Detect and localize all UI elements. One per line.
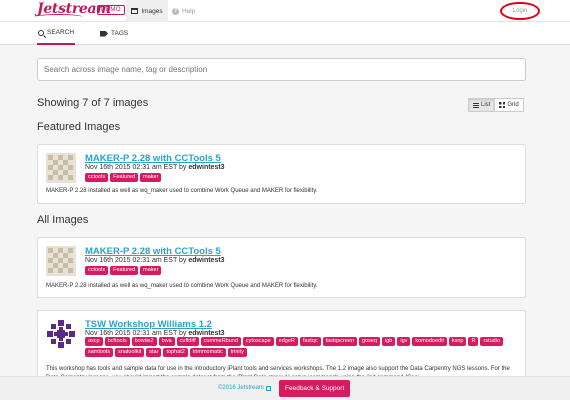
tag[interactable]: Featured	[110, 266, 139, 275]
tag[interactable]: rstudio	[480, 337, 503, 346]
grid-view-button[interactable]: Grid	[495, 98, 524, 112]
tag[interactable]: bcftools	[104, 337, 130, 346]
view-toggle: List Grid	[468, 98, 524, 112]
logo-swoosh	[35, 14, 83, 20]
image-description: MAKER-P 2.28 installed as well as wq_mak…	[46, 283, 318, 289]
tag[interactable]: fastqc	[299, 337, 321, 346]
tag[interactable]: Featured	[110, 173, 139, 182]
copyright-link[interactable]: ©2016 Jetstream	[218, 385, 271, 391]
demo-badge: DEMO	[97, 5, 125, 15]
tag[interactable]: cuffdiff	[176, 337, 199, 346]
copyright-text: ©2016 Jetstream	[218, 385, 264, 391]
login-button[interactable]: Login	[500, 2, 540, 20]
nav-images[interactable]: Images	[126, 0, 168, 22]
tab-tags[interactable]: TAGS	[100, 22, 128, 45]
grid-icon	[499, 102, 506, 108]
feedback-support-button[interactable]: Feedback & Support	[279, 380, 351, 397]
image-author: edwintest3	[188, 330, 225, 337]
nav-help[interactable]: ? Help	[172, 0, 195, 22]
tag[interactable]: samtools	[85, 348, 114, 357]
tag[interactable]: cytoscape	[242, 337, 274, 346]
tag[interactable]: fastqscreen	[322, 337, 358, 346]
image-title[interactable]: MAKER-P 2.28 with CCTools 5	[85, 246, 221, 257]
images-icon	[131, 8, 139, 14]
tag[interactable]: komodoedit	[412, 337, 447, 346]
tag[interactable]: bowtie2	[131, 337, 157, 346]
tag-list: cctools Featured maker	[85, 266, 485, 275]
featured-images-heading: Featured Images	[37, 121, 121, 133]
tag[interactable]: igb	[382, 337, 396, 346]
list-icon	[473, 102, 479, 108]
image-meta: Nov 16th 2015 02:31 am EST by edwintest3	[85, 257, 225, 264]
search-icon	[38, 29, 44, 36]
tag-list: cctools Featured maker	[85, 173, 485, 182]
nav-help-label: Help	[182, 7, 196, 15]
tag[interactable]: ksnp	[448, 337, 467, 346]
tag[interactable]: maker	[140, 173, 162, 182]
tab-search[interactable]: SEARCH	[37, 22, 76, 45]
tab-search-label: SEARCH	[47, 29, 75, 36]
image-card-maker[interactable]: MAKER-P 2.28 with CCTools 5 Nov 16th 201…	[37, 237, 526, 298]
all-images-heading: All Images	[37, 214, 89, 226]
tag[interactable]: igv	[397, 337, 411, 346]
external-link-icon	[265, 385, 271, 391]
image-author: edwintest3	[188, 257, 225, 264]
image-meta: Nov 16th 2015 02:31 am EST by edwintest3	[85, 164, 225, 171]
help-icon: ?	[172, 7, 179, 15]
image-author: edwintest3	[188, 164, 225, 171]
tag[interactable]: trimmomatic	[189, 348, 226, 357]
image-date: Nov 16th 2015 02:31 am EST by	[85, 164, 187, 171]
image-search-input[interactable]	[37, 58, 526, 81]
top-navbar: Jetstream DEMO Images ? Help Login	[0, 0, 570, 22]
image-meta: Nov 16th 2015 02:31 am EST by edwintest3	[85, 330, 225, 337]
list-view-label: List	[481, 102, 491, 108]
grid-view-label: Grid	[507, 102, 519, 108]
tag[interactable]: goseq	[359, 337, 381, 346]
tag[interactable]: snatoolkit	[115, 348, 145, 357]
nav-images-label: Images	[141, 7, 163, 15]
login-label: Login	[512, 8, 528, 14]
tab-tags-label: TAGS	[111, 30, 129, 37]
results-summary: Showing 7 of 7 images	[37, 97, 149, 109]
image-card-featured-maker[interactable]: MAKER-P 2.28 with CCTools 5 Nov 16th 201…	[37, 144, 526, 204]
footer: ©2016 Jetstream Feedback & Support	[0, 376, 570, 400]
tag[interactable]: cctools	[85, 173, 109, 182]
tag[interactable]: bwa	[158, 337, 175, 346]
tag[interactable]: maker	[140, 266, 162, 275]
tag-list: ascp bcftools bowtie2 bwa cuffdiff cumme…	[85, 337, 505, 357]
tag[interactable]: star	[146, 348, 162, 357]
list-view-button[interactable]: List	[468, 98, 496, 112]
tag[interactable]: cctools	[85, 266, 109, 275]
tag[interactable]: R	[468, 337, 479, 346]
image-date: Nov 16th 2015 02:31 am EST by	[85, 257, 187, 264]
image-date: Nov 16th 2015 02:31 am EST by	[85, 330, 187, 337]
image-title[interactable]: TSW Workshop Williams 1.2	[85, 319, 212, 330]
tag[interactable]: tophat2	[163, 348, 188, 357]
tag[interactable]: ascp	[85, 337, 103, 346]
tags-icon	[100, 30, 108, 37]
tag[interactable]: trinity	[227, 348, 247, 357]
tag[interactable]: edgeR	[275, 337, 298, 346]
image-title[interactable]: MAKER-P 2.28 with CCTools 5	[85, 153, 221, 164]
subnav: SEARCH TAGS	[0, 22, 570, 45]
image-description: MAKER-P 2.28 installed as well as wq_mak…	[46, 188, 318, 194]
image-thumbnail	[46, 153, 76, 183]
tag[interactable]: cummeRbund	[200, 337, 241, 346]
image-thumbnail	[46, 319, 76, 349]
image-thumbnail	[46, 246, 76, 276]
